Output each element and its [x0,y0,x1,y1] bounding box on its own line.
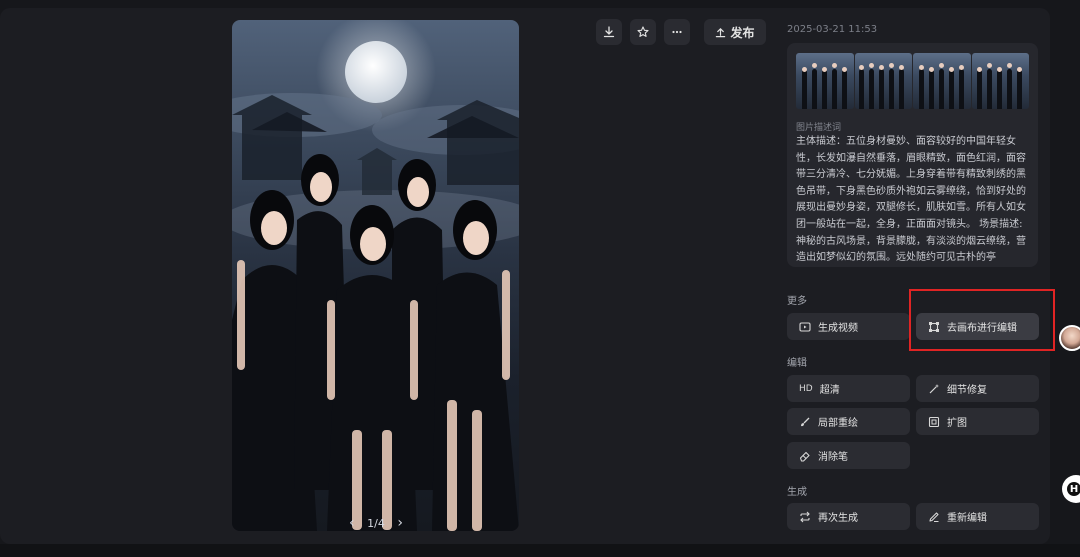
detail-fix-label: 细节修复 [947,385,987,396]
re-edit-label: 重新编辑 [947,513,987,524]
brush-icon [799,416,811,428]
download-icon [603,26,615,38]
hd-icon: HD [799,383,813,394]
more-button[interactable] [664,19,690,45]
prompt-label: 图片描述词 [796,123,842,133]
prompt-card: 图片描述词 主体描述：五位身材曼妙、面容较好的中国年轻女性，长发如瀑自然垂落，眉… [787,43,1038,267]
eraser-icon [799,450,811,462]
repeat-icon [799,511,811,523]
pager-text: 1/4 [367,516,385,530]
image-pager: ‹ 1/4 › [349,514,403,531]
upload-icon [716,27,726,37]
floating-assistant-button[interactable]: H [1062,475,1080,503]
more-icon [672,30,682,34]
expand-label: 扩图 [947,418,967,429]
pencil-icon [928,511,940,523]
upscale-button[interactable]: HD 超清 [787,375,910,402]
generate-video-button[interactable]: 生成视频 [787,313,910,340]
section-generate-label: 生成 [787,487,807,498]
regenerate-button[interactable]: 再次生成 [787,503,910,530]
magic-wand-icon [928,383,940,395]
thumbnail-strip [796,53,1029,109]
expand-button[interactable]: 扩图 [916,408,1039,435]
regenerate-label: 再次生成 [818,513,858,524]
image-viewer[interactable]: ‹ 1/4 › [232,20,519,531]
h-badge: H [1067,482,1080,496]
upscale-label: 超清 [819,385,840,396]
next-image-icon[interactable]: › [397,515,403,531]
star-icon [637,26,649,37]
generate-video-label: 生成视频 [818,323,858,334]
prompt-text: 主体描述：五位身材曼妙、面容较好的中国年轻女性，长发如瀑自然垂落，眉眼精致，面色… [796,136,1026,264]
prev-image-icon[interactable]: ‹ [349,515,355,531]
created-date: 2025-03-21 11:53 [787,24,878,35]
highlight-box [909,289,1055,351]
thumbnail[interactable] [796,53,854,109]
publish-button[interactable]: 发布 [704,19,766,45]
expand-frame-icon [928,416,940,428]
publish-label: 发布 [730,25,755,40]
re-edit-button[interactable]: 重新编辑 [916,503,1039,530]
thumbnail[interactable] [854,53,912,109]
thumbnail[interactable] [971,53,1029,109]
bottom-strip [0,544,1080,557]
video-icon [799,321,811,333]
detail-fix-button[interactable]: 细节修复 [916,375,1039,402]
thumbnail[interactable] [913,53,971,109]
user-avatar[interactable] [1059,325,1080,351]
section-edit-label: 编辑 [787,358,807,369]
download-button[interactable] [596,19,622,45]
inpaint-button[interactable]: 局部重绘 [787,408,910,435]
generated-image [232,20,519,531]
favorite-button[interactable] [630,19,656,45]
inpaint-label: 局部重绘 [818,418,858,429]
eraser-label: 消除笔 [818,452,848,463]
section-more-label: 更多 [787,296,807,307]
eraser-button[interactable]: 消除笔 [787,442,910,469]
